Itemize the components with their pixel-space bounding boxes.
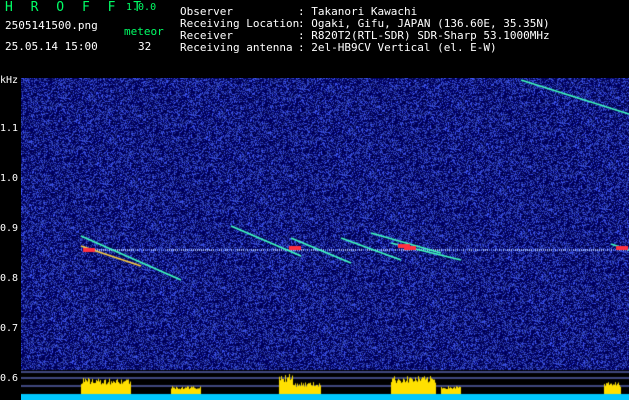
app-version: 1.0.0 <box>126 2 157 13</box>
y-tick-label: 0.8 <box>0 273 19 284</box>
y-unit-label: kHz <box>0 75 19 86</box>
meteor-count: 32 <box>138 40 152 53</box>
date-time: 25.05.14 15:00 <box>5 40 98 53</box>
file-name: 2505141500.png <box>5 19 98 32</box>
antenna-label: Receiving antenna <box>180 41 293 54</box>
meteor-label: meteor <box>124 25 164 38</box>
y-tick-label: 0.7 <box>0 323 19 334</box>
y-tick-label: 1.1 <box>0 123 19 134</box>
y-tick-label: 0.6 <box>0 373 19 384</box>
antenna-value: : 2el-HB9CV Vertical (el. E-W) <box>298 41 497 54</box>
app-name: H R O F F T <box>5 0 147 15</box>
y-tick-label: 0.9 <box>0 223 19 234</box>
spectrogram-canvas <box>21 78 629 400</box>
y-tick-label: 1.0 <box>0 173 19 184</box>
hroft-window: H R O F F T 1.0.0 2505141500.png meteor … <box>0 0 629 400</box>
